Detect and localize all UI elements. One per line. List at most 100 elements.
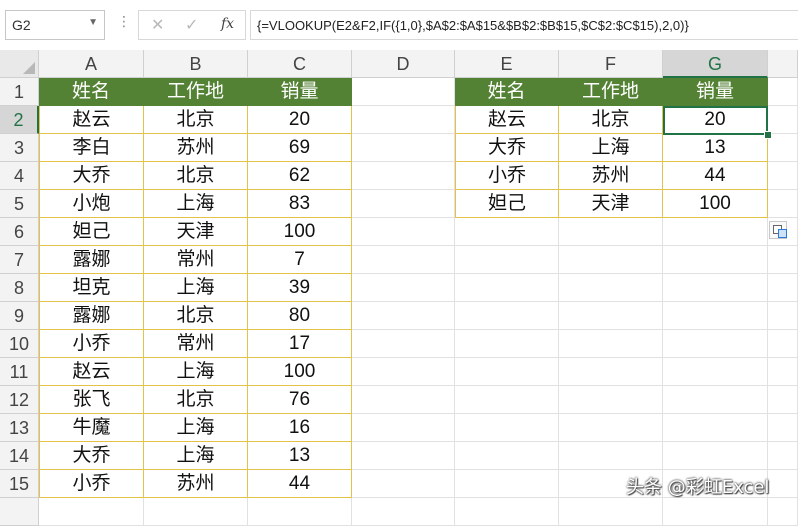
table-cell[interactable]: 62: [248, 162, 352, 190]
empty-cell-e7[interactable]: [455, 246, 559, 274]
empty-cell-d14[interactable]: [352, 442, 455, 470]
table-cell[interactable]: 39: [248, 274, 352, 302]
empty-cell-d4[interactable]: [352, 162, 455, 190]
table-cell[interactable]: 张飞: [39, 386, 144, 414]
table-cell[interactable]: 17: [248, 330, 352, 358]
table-cell[interactable]: 上海: [144, 414, 248, 442]
empty-cell-h5[interactable]: [768, 190, 798, 218]
formula-input[interactable]: {=VLOOKUP(E2&F2,IF({1,0},$A$2:$A$15&$B$2…: [250, 10, 798, 40]
empty-cell-d13[interactable]: [352, 414, 455, 442]
paste-options-icon[interactable]: [769, 221, 787, 239]
table-cell[interactable]: 赵云: [39, 106, 144, 134]
empty-cell-d16[interactable]: [352, 498, 455, 526]
table-cell[interactable]: 小乔: [39, 470, 144, 498]
empty-cell-e15[interactable]: [455, 470, 559, 498]
empty-cell-d2[interactable]: [352, 106, 455, 134]
table-cell[interactable]: 小炮: [39, 190, 144, 218]
row-header-15[interactable]: 15: [0, 470, 39, 498]
enter-icon[interactable]: ✓: [185, 15, 198, 34]
select-all-button[interactable]: [0, 50, 39, 78]
table-cell[interactable]: 上海: [144, 190, 248, 218]
empty-cell-h7[interactable]: [768, 246, 798, 274]
empty-cell-h16[interactable]: [768, 498, 798, 526]
table-cell[interactable]: 大乔: [39, 442, 144, 470]
empty-cell-d5[interactable]: [352, 190, 455, 218]
empty-cell-a16[interactable]: [39, 498, 144, 526]
empty-cell-h12[interactable]: [768, 386, 798, 414]
column-header-f[interactable]: F: [559, 50, 663, 78]
chevron-down-icon[interactable]: ▼: [88, 17, 98, 28]
empty-cell-d12[interactable]: [352, 386, 455, 414]
empty-cell-h10[interactable]: [768, 330, 798, 358]
row-header-12[interactable]: 12: [0, 386, 39, 414]
table-header-cell[interactable]: 销量: [663, 78, 768, 106]
empty-cell-e11[interactable]: [455, 358, 559, 386]
table-cell[interactable]: 常州: [144, 330, 248, 358]
empty-cell-d6[interactable]: [352, 218, 455, 246]
table-header-cell[interactable]: 姓名: [455, 78, 559, 106]
table-cell[interactable]: 露娜: [39, 246, 144, 274]
table-header-cell[interactable]: 姓名: [39, 78, 144, 106]
table-cell[interactable]: 上海: [144, 274, 248, 302]
empty-cell-h8[interactable]: [768, 274, 798, 302]
empty-cell-g10[interactable]: [663, 330, 768, 358]
name-box[interactable]: G2 ▼: [5, 10, 105, 40]
empty-cell-h11[interactable]: [768, 358, 798, 386]
empty-cell-e9[interactable]: [455, 302, 559, 330]
row-header-14[interactable]: 14: [0, 442, 39, 470]
empty-cell-d9[interactable]: [352, 302, 455, 330]
table-cell[interactable]: 李白: [39, 134, 144, 162]
empty-cell-f12[interactable]: [559, 386, 663, 414]
table-cell[interactable]: 100: [248, 358, 352, 386]
empty-cell-d8[interactable]: [352, 274, 455, 302]
empty-cell-h14[interactable]: [768, 442, 798, 470]
row-header-13[interactable]: 13: [0, 414, 39, 442]
empty-cell-h1[interactable]: [768, 78, 798, 106]
table-cell[interactable]: 100: [663, 190, 768, 218]
column-header-d[interactable]: D: [352, 50, 455, 78]
empty-cell-f13[interactable]: [559, 414, 663, 442]
table-cell[interactable]: 44: [248, 470, 352, 498]
table-cell[interactable]: 赵云: [455, 106, 559, 134]
table-cell[interactable]: 上海: [144, 442, 248, 470]
row-header-1[interactable]: 1: [0, 78, 39, 106]
row-header-8[interactable]: 8: [0, 274, 39, 302]
empty-cell-g11[interactable]: [663, 358, 768, 386]
column-header-b[interactable]: B: [144, 50, 248, 78]
row-header-4[interactable]: 4: [0, 162, 39, 190]
table-cell[interactable]: 80: [248, 302, 352, 330]
row-header-9[interactable]: 9: [0, 302, 39, 330]
table-cell[interactable]: 100: [248, 218, 352, 246]
table-cell[interactable]: 苏州: [144, 134, 248, 162]
table-cell[interactable]: 大乔: [39, 162, 144, 190]
table-cell[interactable]: 北京: [144, 302, 248, 330]
table-cell[interactable]: 13: [248, 442, 352, 470]
empty-cell-d11[interactable]: [352, 358, 455, 386]
table-cell[interactable]: 小乔: [455, 162, 559, 190]
empty-cell-h9[interactable]: [768, 302, 798, 330]
empty-cell-f11[interactable]: [559, 358, 663, 386]
table-cell[interactable]: 小乔: [39, 330, 144, 358]
table-cell[interactable]: 北京: [144, 106, 248, 134]
empty-cell-c16[interactable]: [248, 498, 352, 526]
table-cell[interactable]: 牛魔: [39, 414, 144, 442]
table-cell[interactable]: 20: [248, 106, 352, 134]
empty-cell-g6[interactable]: [663, 218, 768, 246]
table-header-cell[interactable]: 销量: [248, 78, 352, 106]
empty-cell-f8[interactable]: [559, 274, 663, 302]
empty-cell-e8[interactable]: [455, 274, 559, 302]
empty-cell-d7[interactable]: [352, 246, 455, 274]
more-options-icon[interactable]: ⋮: [117, 14, 131, 30]
empty-cell-h2[interactable]: [768, 106, 798, 134]
row-header-2[interactable]: 2: [0, 106, 39, 134]
column-header-c[interactable]: C: [248, 50, 352, 78]
table-cell[interactable]: 69: [248, 134, 352, 162]
table-cell[interactable]: 北京: [144, 162, 248, 190]
row-header-10[interactable]: 10: [0, 330, 39, 358]
empty-cell-g8[interactable]: [663, 274, 768, 302]
empty-cell-h3[interactable]: [768, 134, 798, 162]
empty-cell-f14[interactable]: [559, 442, 663, 470]
empty-cell-f7[interactable]: [559, 246, 663, 274]
empty-cell-f16[interactable]: [559, 498, 663, 526]
table-cell[interactable]: 天津: [559, 190, 663, 218]
